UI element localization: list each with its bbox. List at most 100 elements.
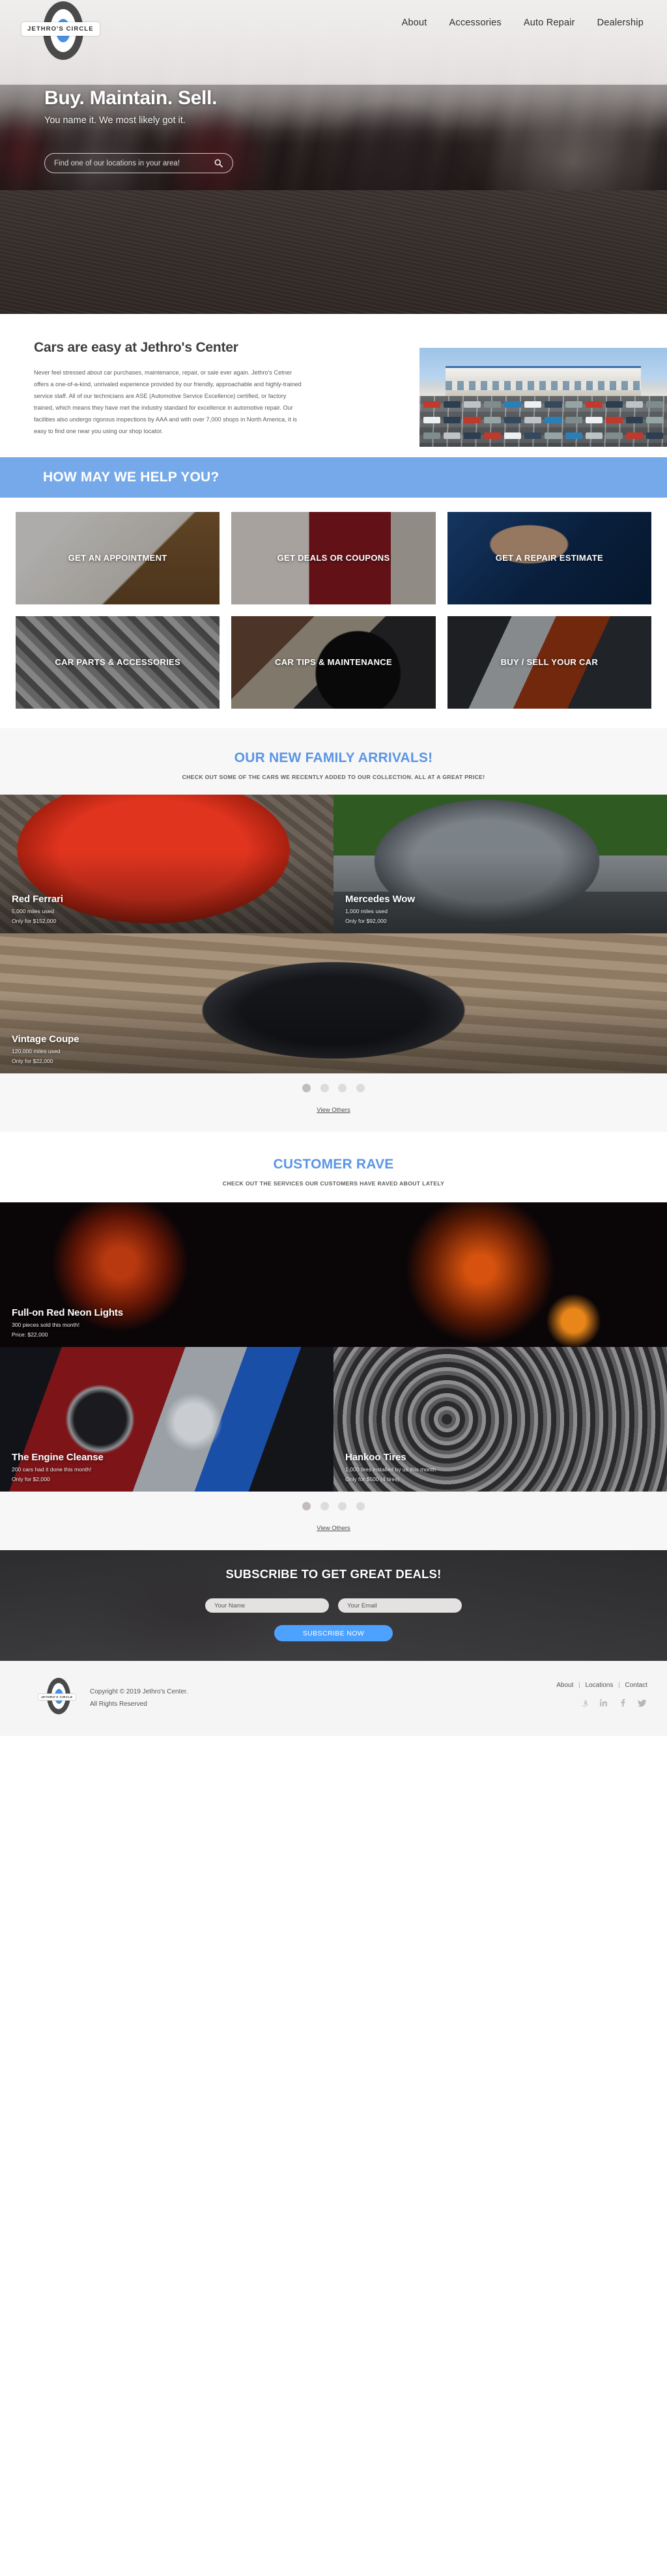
car-price: Only for $152,000 (12, 918, 57, 924)
hero-section: JETHRO'S CIRCLE About Accessories Auto R… (0, 0, 667, 314)
location-search-box[interactable] (44, 153, 233, 173)
site-logo[interactable]: JETHRO'S CIRCLE (18, 0, 103, 64)
subscribe-email-input[interactable] (338, 1598, 462, 1613)
product-price: Only for $500 (4 tires) (345, 1476, 400, 1482)
footer-link-separator: | (618, 1682, 620, 1689)
rave-view-others-wrap: View Others (0, 1518, 667, 1550)
arrivals-view-others-link[interactable]: View Others (317, 1107, 350, 1114)
car-card-meta: Vintage Coupe 120,000 miles used Only fo… (12, 1034, 79, 1064)
hero-content: Buy. Maintain. Sell. You name it. We mos… (0, 46, 667, 173)
arrivals-header: OUR NEW FAMILY ARRIVALS! CHECK OUT SOME … (0, 728, 667, 795)
product-card-meta: Hankoo Tires 1,000 tires installed by us… (345, 1452, 436, 1482)
about-paragraph: Never feel stressed about car purchases,… (34, 369, 302, 434)
subscribe-heading: SUBSCRIBE TO GET GREAT DEALS! (225, 1567, 442, 1581)
footer-logo-wordmark: JETHRO'S CIRCLE (38, 1693, 76, 1701)
arrivals-subtitle: CHECK OUT SOME OF THE CARS WE RECENTLY A… (182, 774, 485, 780)
subscribe-name-input[interactable] (205, 1598, 329, 1613)
amazon-icon[interactable] (580, 1698, 590, 1708)
product-card-red-neon-lights[interactable]: Full-on Red Neon Lights 300 pieces sold … (0, 1202, 667, 1347)
footer-link-separator: | (578, 1682, 580, 1689)
carousel-dot[interactable] (320, 1084, 329, 1092)
arrivals-carousel-dots (0, 1073, 667, 1099)
subscribe-now-button[interactable]: SUBSCRIBE NOW (274, 1625, 393, 1641)
car-card-meta: Mercedes Wow 1,000 miles used Only for $… (345, 894, 415, 924)
nav-item-accessories[interactable]: Accessories (449, 18, 502, 28)
service-tile-repair-estimate[interactable]: GET A REPAIR ESTIMATE (447, 512, 651, 604)
product-price: Price: $22,000 (12, 1331, 48, 1338)
car-card-mercedes-wow[interactable]: Mercedes Wow 1,000 miles used Only for $… (334, 795, 667, 933)
carousel-dot[interactable] (356, 1084, 365, 1092)
carousel-dot[interactable] (356, 1502, 365, 1510)
car-card-red-ferrari[interactable]: Red Ferrari 5,000 miles used Only for $1… (0, 795, 334, 933)
hero-road (0, 190, 667, 314)
nav-item-auto-repair[interactable]: Auto Repair (524, 18, 575, 28)
product-card-meta: The Engine Cleanse 200 cars had it done … (12, 1452, 104, 1482)
location-search-input[interactable] (54, 159, 214, 167)
search-icon[interactable] (214, 158, 223, 168)
footer-link-locations[interactable]: Locations (586, 1682, 614, 1689)
carousel-dot[interactable] (302, 1084, 311, 1092)
twitter-icon[interactable] (637, 1698, 647, 1708)
product-detail: 1,000 tires installed by us this month (345, 1466, 436, 1473)
product-detail: 300 pieces sold this month! (12, 1322, 80, 1328)
facebook-icon[interactable] (618, 1698, 628, 1708)
product-detail: 200 cars had it done this month! (12, 1466, 92, 1473)
rave-grid: Full-on Red Neon Lights 300 pieces sold … (0, 1202, 667, 1492)
service-tile-deals[interactable]: GET DEALS OR COUPONS (231, 512, 436, 604)
card-overlay (0, 933, 667, 1073)
service-tile-label: CAR TIPS & MAINTENANCE (275, 657, 392, 667)
service-tile-buy-sell[interactable]: BUY / SELL YOUR CAR (447, 616, 651, 709)
logo-wordmark: JETHRO'S CIRCLE (21, 21, 100, 36)
service-tile-appointment[interactable]: GET AN APPOINTMENT (16, 512, 220, 604)
copyright-line-2: All Rights Reserved (90, 1701, 147, 1708)
nav-links: About Accessories Auto Repair Dealership (402, 18, 649, 28)
footer-copyright: Copyright © 2019 Jethro's Center. All Ri… (90, 1678, 188, 1710)
service-tile-label: CAR PARTS & ACCESSORIES (55, 657, 180, 667)
dealership-parking-lot (419, 396, 667, 447)
footer-right: About | Locations | Contact (556, 1678, 647, 1708)
carousel-dot[interactable] (302, 1502, 311, 1510)
nav-item-dealership[interactable]: Dealership (597, 18, 644, 28)
service-tile-parts[interactable]: CAR PARTS & ACCESSORIES (16, 616, 220, 709)
service-tiles-grid: GET AN APPOINTMENT GET DEALS OR COUPONS … (0, 498, 667, 728)
service-tile-label: GET DEALS OR COUPONS (277, 552, 390, 563)
about-section: Cars are easy at Jethro's Center Never f… (0, 314, 667, 457)
carousel-dot[interactable] (338, 1084, 347, 1092)
linkedin-icon[interactable] (599, 1698, 609, 1708)
dealership-photo (419, 348, 667, 447)
about-heading: Cars are easy at Jethro's Center (34, 340, 238, 355)
rave-subtitle: CHECK OUT THE SERVICES OUR CUSTOMERS HAV… (222, 1180, 445, 1187)
footer-logo[interactable]: JETHRO'S CIRCLE (38, 1678, 79, 1716)
carousel-dot[interactable] (320, 1502, 329, 1510)
car-mileage: 120,000 miles used (12, 1048, 61, 1054)
rave-view-others-link[interactable]: View Others (317, 1525, 350, 1532)
hero-subtitle: You name it. We most likely got it. (44, 115, 186, 126)
service-tile-tips[interactable]: CAR TIPS & MAINTENANCE (231, 616, 436, 709)
car-price: Only for $92,000 (345, 918, 387, 924)
customer-rave-section: CUSTOMER RAVE CHECK OUT THE SERVICES OUR… (0, 1132, 667, 1550)
footer-link-contact[interactable]: Contact (625, 1682, 647, 1689)
service-tile-label: GET AN APPOINTMENT (68, 552, 167, 563)
arrivals-view-others-wrap: View Others (0, 1099, 667, 1132)
copyright-line-1: Copyright © 2019 Jethro's Center. (90, 1688, 188, 1695)
product-card-engine-cleanse[interactable]: The Engine Cleanse 200 cars had it done … (0, 1347, 334, 1492)
footer-link-about[interactable]: About (556, 1682, 573, 1689)
carousel-dot[interactable] (338, 1502, 347, 1510)
nav-item-about[interactable]: About (402, 18, 427, 28)
product-price: Only for $2,000 (12, 1476, 50, 1482)
help-band: HOW MAY WE HELP YOU? (0, 457, 667, 498)
car-name: Vintage Coupe (12, 1034, 79, 1045)
car-mileage: 5,000 miles used (12, 908, 54, 914)
car-price: Only for $22,000 (12, 1058, 53, 1064)
car-card-meta: Red Ferrari 5,000 miles used Only for $1… (12, 894, 63, 924)
site-footer: JETHRO'S CIRCLE Copyright © 2019 Jethro'… (0, 1661, 667, 1736)
service-tile-label: BUY / SELL YOUR CAR (500, 657, 599, 667)
car-card-vintage-coupe[interactable]: Vintage Coupe 120,000 miles used Only fo… (0, 933, 667, 1073)
arrivals-grid: Red Ferrari 5,000 miles used Only for $1… (0, 795, 667, 1073)
product-name: Hankoo Tires (345, 1452, 406, 1463)
main-navbar: JETHRO'S CIRCLE About Accessories Auto R… (0, 0, 667, 60)
product-card-hankoo-tires[interactable]: Hankoo Tires 1,000 tires installed by us… (334, 1347, 667, 1492)
hero-title: Buy. Maintain. Sell. (44, 87, 218, 109)
dealership-building (446, 366, 641, 397)
help-heading: HOW MAY WE HELP YOU? (43, 470, 220, 485)
